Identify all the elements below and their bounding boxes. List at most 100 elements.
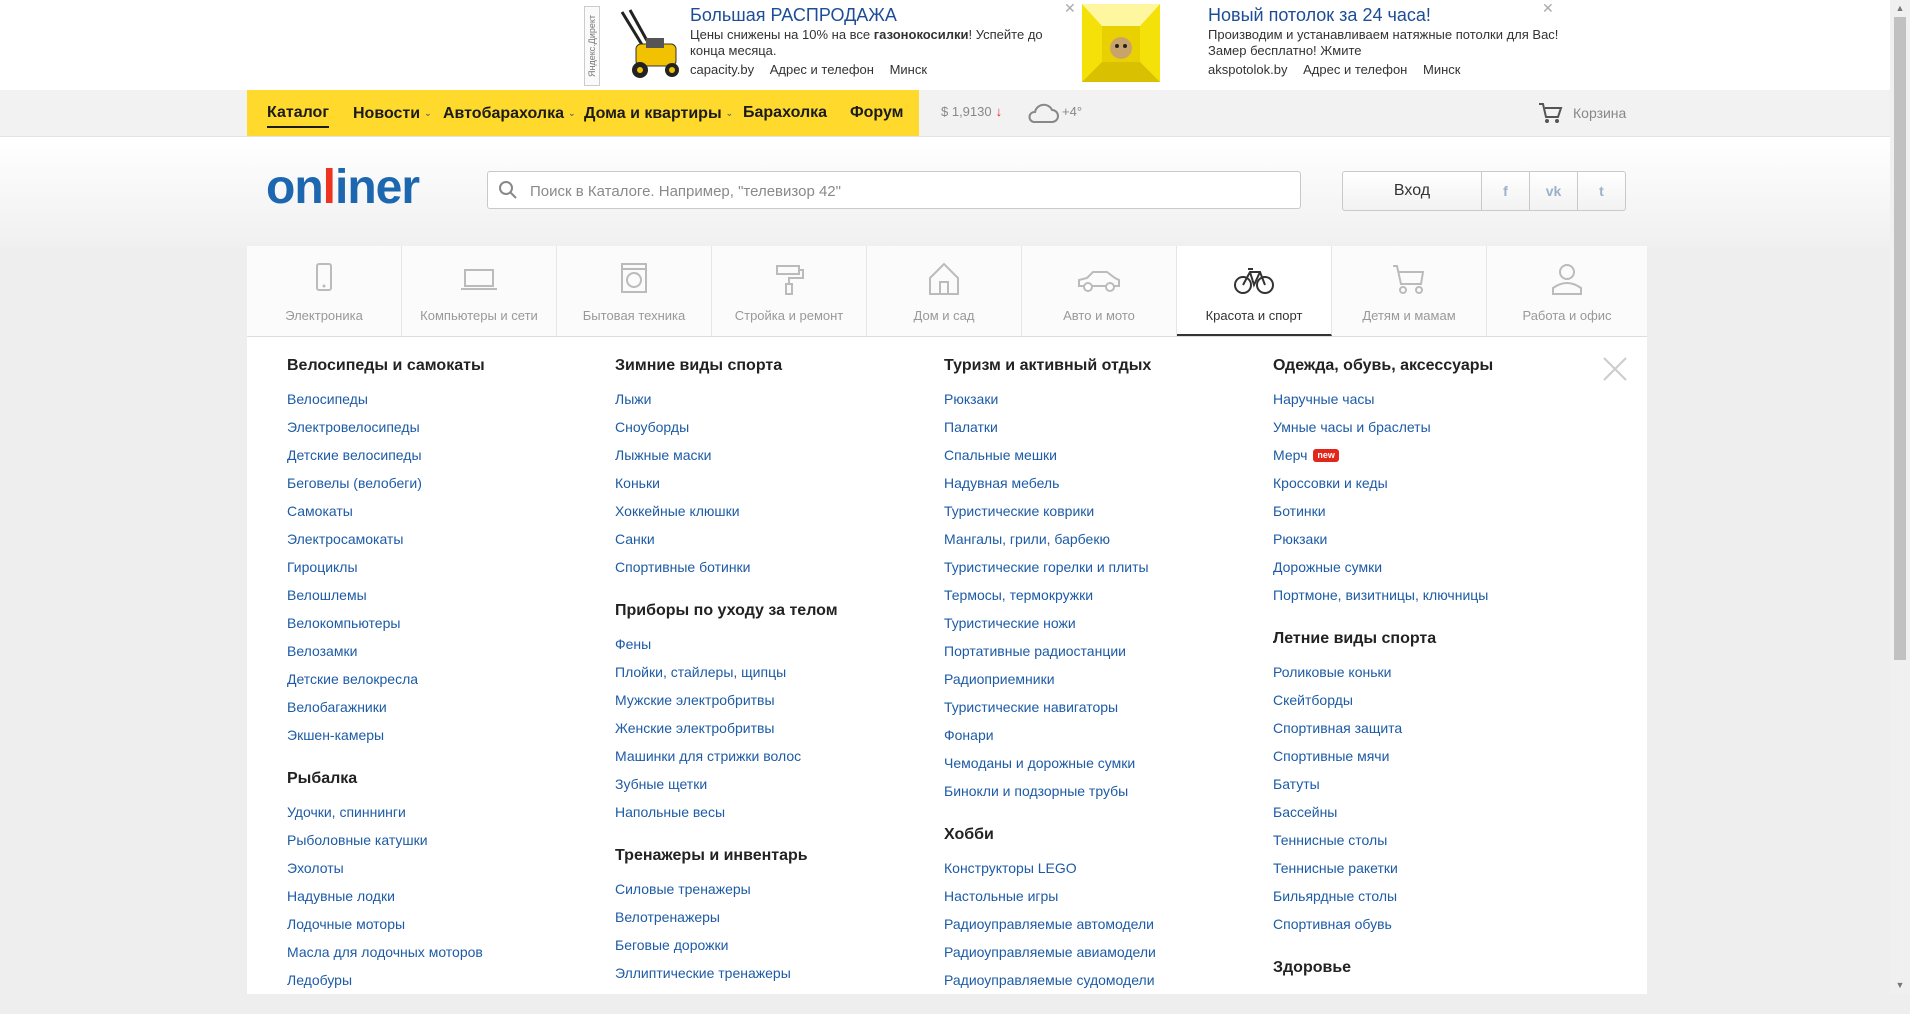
category-link[interactable]: Термосы, термокружки	[944, 581, 1264, 609]
close-icon[interactable]	[1600, 354, 1630, 384]
category-link[interactable]: Туристические навигаторы	[944, 693, 1264, 721]
category-link[interactable]: Самокаты	[287, 497, 607, 525]
category-link[interactable]: Палатки	[944, 413, 1264, 441]
category-link[interactable]: Радиоприемники	[944, 665, 1264, 693]
ad-capacity[interactable]: Большая РАСПРОДАЖА Цены снижены на 10% н…	[580, 0, 1080, 90]
category-link[interactable]: Чемоданы и дорожные сумки	[944, 749, 1264, 777]
category-link[interactable]: Надувная мебель	[944, 469, 1264, 497]
category-link[interactable]: Скейтборды	[1273, 686, 1593, 714]
weather-temperature[interactable]: +4°	[1062, 104, 1082, 119]
category-link[interactable]: Настольные игры	[944, 882, 1264, 910]
category-link[interactable]: Туристические горелки и плиты	[944, 553, 1264, 581]
category-link[interactable]: Беговелы (велобеги)	[287, 469, 607, 497]
ad-contacts[interactable]: Адрес и телефон	[770, 62, 874, 77]
category-link[interactable]: Роликовые коньки	[1273, 658, 1593, 686]
tab-beauty-sport[interactable]: Красота и спорт	[1177, 246, 1332, 336]
category-link[interactable]: Детские велосипеды	[287, 441, 607, 469]
nav-realty[interactable]: Дома и квартиры ⌄	[584, 103, 733, 124]
tab-construction[interactable]: Стройка и ремонт	[712, 246, 867, 336]
tab-electronics[interactable]: Электроника	[247, 246, 402, 336]
category-link[interactable]: Батуты	[1273, 770, 1593, 798]
category-link[interactable]: Рюкзаки	[1273, 525, 1593, 553]
category-link[interactable]: Рюкзаки	[944, 385, 1264, 413]
cart-label[interactable]: Корзина	[1573, 105, 1626, 121]
category-link[interactable]: Удочки, спиннинги	[287, 798, 607, 826]
page-scrollbar[interactable]: ▲ ▼	[1890, 0, 1910, 994]
onliner-logo[interactable]: onliner	[266, 160, 420, 216]
category-link[interactable]: Зубные щетки	[615, 770, 935, 798]
category-link[interactable]: Масла для лодочных моторов	[287, 938, 607, 966]
category-link[interactable]: Радиоуправляемые автомодели	[944, 910, 1264, 938]
tab-computers[interactable]: Компьютеры и сети	[402, 246, 557, 336]
category-link[interactable]: Велокомпьютеры	[287, 609, 607, 637]
category-link[interactable]: Теннисные столы	[1273, 826, 1593, 854]
ad-title[interactable]: Большая РАСПРОДАЖА	[690, 4, 1065, 26]
search-input[interactable]	[528, 172, 1292, 210]
nav-autobaraholka[interactable]: Автобарахолка ⌄	[443, 103, 576, 124]
scroll-thumb[interactable]	[1894, 17, 1906, 660]
category-link[interactable]: Рыболовные катушки	[287, 826, 607, 854]
category-link[interactable]: Силовые тренажеры	[615, 875, 935, 903]
category-link[interactable]: Эллиптические тренажеры	[615, 959, 935, 987]
category-link[interactable]: Велобагажники	[287, 693, 607, 721]
category-link[interactable]: Электровелосипеды	[287, 413, 607, 441]
category-link[interactable]: Фонари	[944, 721, 1264, 749]
ad-title[interactable]: Новый потолок за 24 часа!	[1208, 4, 1568, 26]
category-link[interactable]: Портмоне, визитницы, ключницы	[1273, 581, 1593, 609]
category-link[interactable]: Спортивная обувь	[1273, 910, 1593, 938]
search-box[interactable]	[487, 171, 1301, 210]
facebook-login-icon[interactable]: f	[1481, 171, 1530, 211]
category-link[interactable]: Ботинки	[1273, 497, 1593, 525]
nav-forum[interactable]: Форум	[850, 103, 904, 123]
category-link[interactable]: Электросамокаты	[287, 525, 607, 553]
tab-home-garden[interactable]: Дом и сад	[867, 246, 1022, 336]
category-link[interactable]: Лыжные маски	[615, 441, 935, 469]
tab-appliances[interactable]: Бытовая техника	[557, 246, 712, 336]
twitter-login-icon[interactable]: t	[1577, 171, 1626, 211]
category-link[interactable]: Бассейны	[1273, 798, 1593, 826]
category-link[interactable]: Фены	[615, 630, 935, 658]
category-link[interactable]: Экшен-камеры	[287, 721, 607, 749]
category-link[interactable]: Велозамки	[287, 637, 607, 665]
category-link[interactable]: Спальные мешки	[944, 441, 1264, 469]
category-link[interactable]: Беговые дорожки	[615, 931, 935, 959]
category-link[interactable]: Бильярдные столы	[1273, 882, 1593, 910]
category-link[interactable]: Женские электробритвы	[615, 714, 935, 742]
category-link[interactable]: Радиоуправляемые авиамодели	[944, 938, 1264, 966]
ceiling-image[interactable]	[1082, 4, 1160, 82]
category-link[interactable]: Портативные радиостанции	[944, 637, 1264, 665]
ad-domain[interactable]: capacity.by	[690, 62, 754, 77]
nav-baraholka[interactable]: Барахолка	[743, 103, 827, 123]
category-link[interactable]: Радиоуправляемые судомодели	[944, 966, 1264, 994]
category-link[interactable]: Лыжи	[615, 385, 935, 413]
category-link[interactable]: Теннисные ракетки	[1273, 854, 1593, 882]
category-link[interactable]: Велосипеды	[287, 385, 607, 413]
category-link[interactable]: Наручные часы	[1273, 385, 1593, 413]
ad-domain[interactable]: akspotolok.by	[1208, 62, 1288, 77]
category-link[interactable]: Кроссовки и кеды	[1273, 469, 1593, 497]
category-link[interactable]: Санки	[615, 525, 935, 553]
ad-close-icon[interactable]: ✕	[1542, 0, 1554, 16]
category-link[interactable]: Плойки, стайлеры, щипцы	[615, 658, 935, 686]
login-button[interactable]: Вход	[1342, 171, 1482, 211]
category-link[interactable]: Сноуборды	[615, 413, 935, 441]
tab-auto-moto[interactable]: Авто и мото	[1022, 246, 1177, 336]
category-link[interactable]: Надувные лодки	[287, 882, 607, 910]
category-link[interactable]: Спортивная защита	[1273, 714, 1593, 742]
category-link[interactable]: Дорожные сумки	[1273, 553, 1593, 581]
category-link[interactable]: Спортивные ботинки	[615, 553, 935, 581]
category-link[interactable]: Мужские электробритвы	[615, 686, 935, 714]
category-link[interactable]: Лодочные моторы	[287, 910, 607, 938]
category-link[interactable]: Спортивные мячи	[1273, 742, 1593, 770]
tab-work-office[interactable]: Работа и офис	[1487, 246, 1647, 336]
category-link[interactable]: Хоккейные клюшки	[615, 497, 935, 525]
category-link-merch[interactable]: Мерч new	[1273, 441, 1593, 469]
vk-login-icon[interactable]: vk	[1529, 171, 1578, 211]
lawn-mower-image[interactable]	[610, 4, 688, 82]
category-link[interactable]: Туристические ножи	[944, 609, 1264, 637]
ad-akspotolok[interactable]: Новый потолок за 24 часа! Производим и у…	[1082, 0, 1582, 90]
currency-rate[interactable]: $ 1,9130 ↓	[941, 104, 1002, 119]
ad-close-icon[interactable]: ✕	[1064, 0, 1076, 16]
scroll-down-icon[interactable]: ▼	[1890, 977, 1910, 994]
category-link[interactable]: Мангалы, грили, барбекю	[944, 525, 1264, 553]
